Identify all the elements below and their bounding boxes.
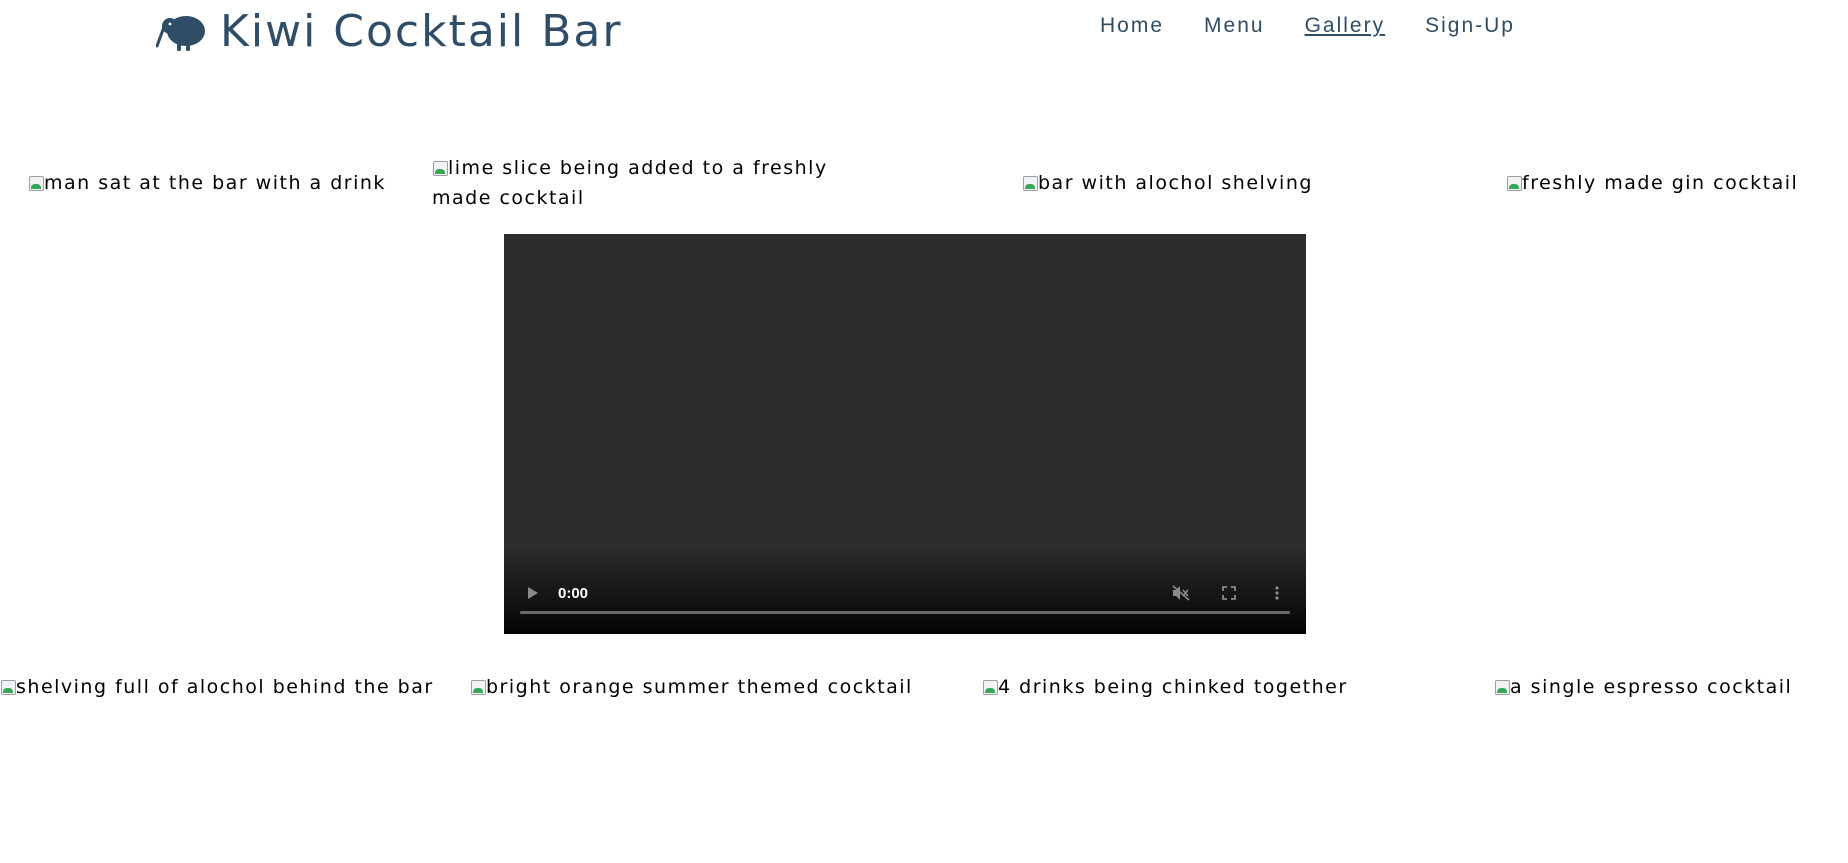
more-options-icon[interactable] (1262, 578, 1292, 608)
nav-gallery-link[interactable]: Gallery (1305, 14, 1386, 38)
broken-image-icon (1506, 175, 1522, 191)
gallery-image: lime slice being added to a freshly made… (432, 153, 862, 213)
image-alt-text: lime slice being added to a freshly made… (432, 157, 828, 209)
video-player[interactable]: 0:00 (504, 234, 1306, 634)
video-time: 0:00 (558, 584, 589, 602)
gallery-image: bar with alochol shelving (1022, 168, 1313, 198)
image-alt-text: a single espresso cocktail (1510, 676, 1793, 698)
image-alt-text: shelving full of alochol behind the bar (16, 676, 434, 698)
nav-menu-link[interactable]: Menu (1204, 14, 1265, 38)
nav-signup-link[interactable]: Sign-Up (1425, 14, 1515, 38)
brand-logo-link[interactable]: Kiwi Cocktail Bar (156, 8, 622, 56)
image-alt-text: bright orange summer themed cocktail (486, 676, 913, 698)
gallery-image: a single espresso cocktail (1494, 672, 1792, 702)
image-alt-text: man sat at the bar with a drink (44, 172, 386, 194)
gallery-image: 4 drinks being chinked together (982, 672, 1348, 702)
video-controls: 0:00 (504, 578, 1306, 608)
mute-icon[interactable] (1166, 578, 1196, 608)
nav-home-link[interactable]: Home (1100, 14, 1164, 38)
gallery-image: bright orange summer themed cocktail (470, 672, 913, 702)
play-icon[interactable] (518, 578, 548, 608)
gallery-image: freshly made gin cocktail (1506, 168, 1798, 198)
broken-image-icon (432, 160, 448, 176)
video-timeline[interactable] (520, 611, 1290, 614)
gallery-image: man sat at the bar with a drink (28, 168, 386, 198)
fullscreen-icon[interactable] (1214, 578, 1244, 608)
broken-image-icon (982, 679, 998, 695)
image-alt-text: freshly made gin cocktail (1522, 172, 1799, 194)
broken-image-icon (1494, 679, 1510, 695)
image-alt-text: 4 drinks being chinked together (998, 676, 1348, 698)
gallery-image: shelving full of alochol behind the bar (0, 672, 434, 702)
kiwi-bird-icon (156, 16, 205, 51)
broken-image-icon (470, 679, 486, 695)
image-alt-wrap: lime slice being added to a freshly made… (432, 153, 862, 213)
image-alt-text: bar with alochol shelving (1038, 172, 1313, 194)
broken-image-icon (1022, 175, 1038, 191)
brand-name: Kiwi Cocktail Bar (220, 6, 623, 57)
broken-image-icon (0, 679, 16, 695)
main-nav: Home Menu Gallery Sign-Up (1100, 14, 1555, 38)
broken-image-icon (28, 175, 44, 191)
